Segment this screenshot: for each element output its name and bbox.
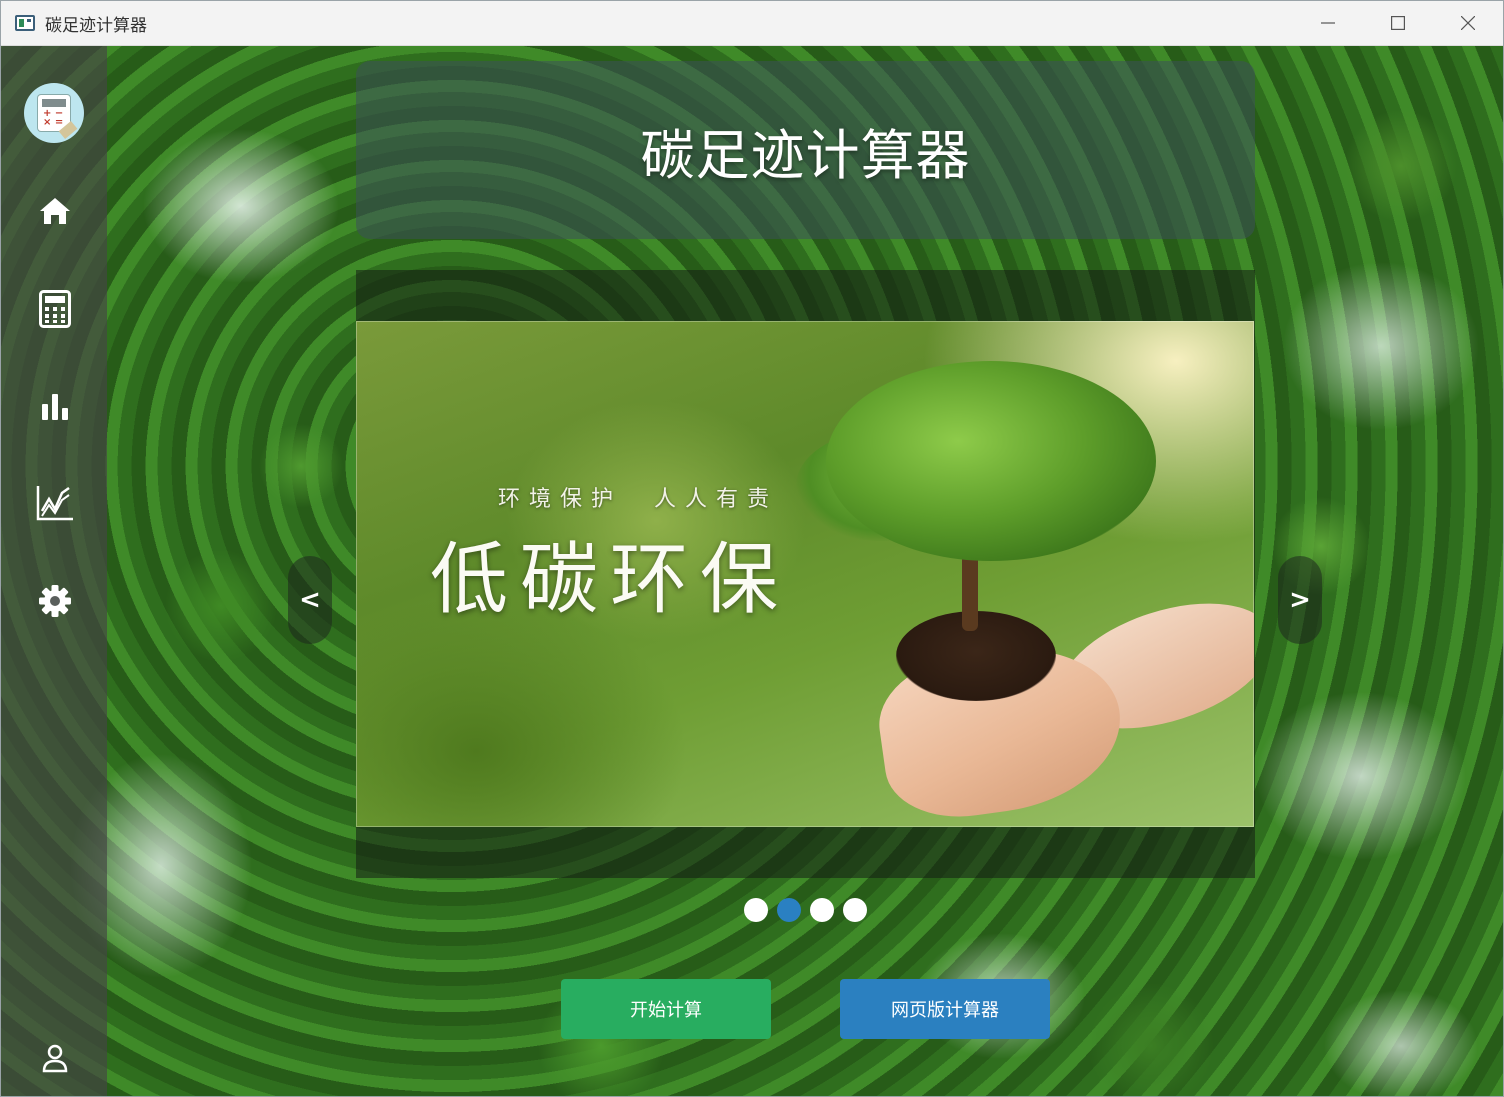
header-card: 碳足迹计算器 [356, 61, 1255, 239]
carousel-dot-4[interactable] [843, 898, 867, 922]
main-content: + − × = 碳足迹计算器 环境保护 人人有责 低碳环保 < > 开始计算 网… [1, 46, 1503, 1096]
sidebar-item-home[interactable] [35, 191, 75, 231]
sidebar-item-calculator[interactable] [35, 289, 75, 329]
slide-headline: 低碳环保 [430, 535, 791, 625]
minimize-button[interactable] [1293, 1, 1363, 45]
slide-image-tree [826, 361, 1156, 561]
slide-subtitle: 环境保护 人人有责 [498, 487, 778, 512]
sidebar-item-settings[interactable] [35, 581, 75, 621]
web-calculator-button[interactable]: 网页版计算器 [840, 979, 1050, 1039]
maximize-icon [1391, 16, 1405, 30]
sidebar-item-user[interactable] [35, 1038, 75, 1078]
carousel-dot-3[interactable] [810, 898, 834, 922]
carousel-prev-button[interactable]: < [288, 556, 332, 644]
calculator-logo: + − × = [24, 83, 84, 143]
carousel-dot-1[interactable] [744, 898, 768, 922]
maximize-button[interactable] [1363, 1, 1433, 45]
bar-chart-icon [42, 394, 68, 420]
sidebar: + − × = [1, 46, 107, 1096]
window-controls [1293, 1, 1503, 45]
sidebar-item-statistics[interactable] [35, 386, 75, 426]
close-icon [1461, 16, 1475, 30]
app-window: 碳足迹计算器 + − × = 碳足迹计算器 环境保护 人人有责 低碳环保 < >… [0, 0, 1504, 1097]
window-title: 碳足迹计算器 [45, 15, 147, 36]
minimize-icon [1321, 22, 1335, 24]
carousel-slide: 环境保护 人人有责 低碳环保 [356, 321, 1254, 827]
carousel-indicator [744, 898, 867, 922]
carousel-next-button[interactable]: > [1278, 556, 1322, 644]
banner-carousel: 环境保护 人人有责 低碳环保 [356, 270, 1255, 878]
calculator-icon [39, 290, 71, 328]
close-button[interactable] [1433, 1, 1503, 45]
sidebar-item-trend[interactable] [35, 483, 75, 523]
user-icon [42, 1044, 68, 1073]
home-icon [40, 198, 70, 224]
title-bar: 碳足迹计算器 [1, 1, 1503, 46]
line-chart-icon [36, 486, 73, 521]
start-calculation-button[interactable]: 开始计算 [561, 979, 771, 1039]
page-title: 碳足迹计算器 [640, 123, 971, 187]
app-icon [15, 15, 35, 31]
calculator-logo-icon: + − × = [38, 95, 78, 139]
gear-icon [39, 585, 71, 617]
carousel-dot-2[interactable] [777, 898, 801, 922]
